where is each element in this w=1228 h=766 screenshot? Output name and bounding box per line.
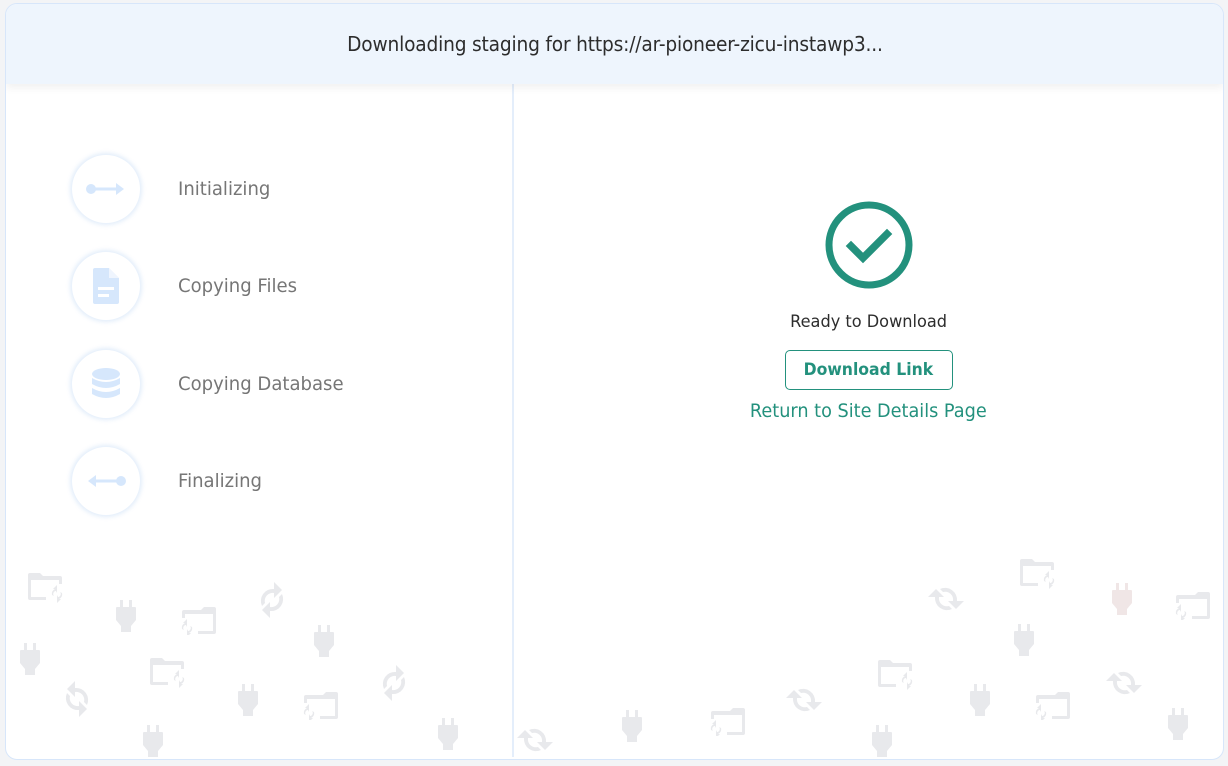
step-icon-circle [72,447,140,516]
folder-sync-icon [1032,688,1072,720]
plug-icon [1110,583,1134,615]
dialog-header: Downloading staging for https://ar-pione… [6,4,1223,84]
check-circle-icon [824,200,914,290]
download-link-button[interactable]: Download Link [784,350,953,390]
step-icon-circle [72,252,140,321]
plug-icon [1012,624,1036,656]
folder-sync-icon [178,603,218,635]
plug-icon [620,710,644,742]
step-label: Copying Database [178,372,344,395]
step-copying-database: Copying Database [72,335,352,433]
status-text: Ready to Download [790,312,947,332]
step-copying-files: Copying Files [72,238,352,336]
sync-icon [784,684,824,716]
database-icon [92,367,120,398]
plug-icon [18,643,42,675]
folder-sync-icon [707,704,747,736]
status-panel: Ready to Download Download Link Return t… [514,84,1223,504]
folder-sync-icon [300,688,340,720]
step-initializing: Initializing [72,140,352,238]
progress-steps: Initializing Copying Files Copying Datab… [72,140,352,530]
folder-sync-icon [876,658,916,690]
plug-icon [436,718,460,750]
step-finalizing: Finalizing [72,433,352,531]
plug-icon [141,725,165,757]
dialog-title: Downloading staging for https://ar-pione… [346,32,883,56]
sync-icon [515,724,555,756]
plug-icon [114,600,138,632]
folder-sync-icon [26,571,66,603]
sync-icon [926,583,966,615]
sync-icon [1104,667,1144,699]
step-icon-circle [72,349,140,418]
step-label: Copying Files [178,275,298,298]
plug-icon [236,684,260,716]
plug-icon [870,725,894,757]
download-dialog: Downloading staging for https://ar-pione… [5,3,1224,760]
file-icon [93,268,119,305]
plug-icon [968,684,992,716]
folder-sync-icon [148,656,188,688]
plug-icon [1166,708,1190,740]
download-link-label: Download Link [803,360,934,380]
step-label: Finalizing [178,470,263,493]
arrow-right-icon [86,182,124,195]
return-to-site-details-link[interactable]: Return to Site Details Page [750,400,987,422]
folder-sync-icon [1172,588,1212,620]
sync-icon [378,663,410,703]
folder-sync-icon [1018,557,1058,589]
plug-icon [312,625,336,657]
sync-icon [256,580,288,620]
sync-icon [61,679,93,719]
step-label: Initializing [178,177,271,200]
arrow-left-icon [88,475,126,488]
step-icon-circle [72,154,140,223]
